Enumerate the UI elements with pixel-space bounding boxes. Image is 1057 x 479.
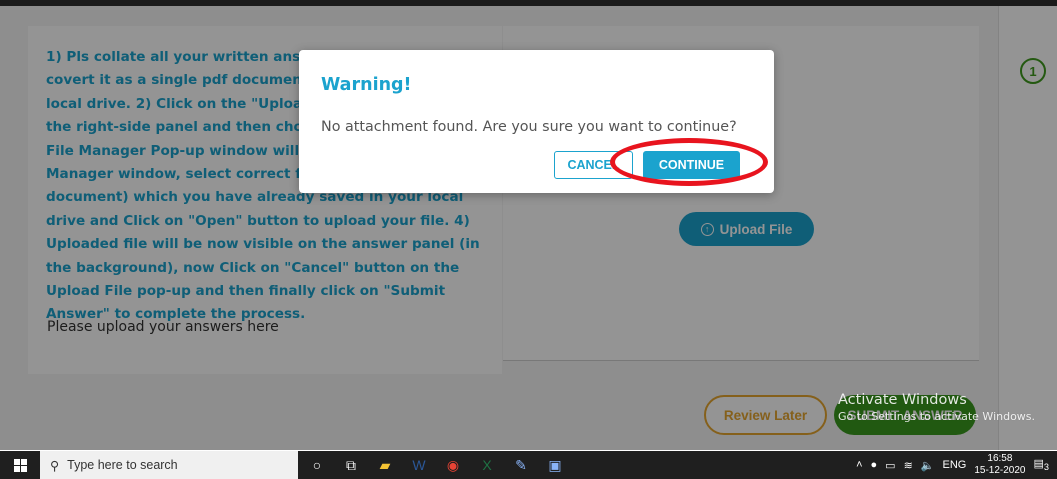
clock-date: 15-12-2020 — [974, 465, 1026, 476]
screen: 1) Pls collate all your written answers … — [0, 0, 1057, 479]
watermark-title: Activate Windows — [838, 392, 967, 408]
windows-logo-icon — [13, 458, 27, 472]
watermark-subtitle: Go to Settings to activate Windows. — [838, 410, 1036, 423]
notification-icon[interactable]: ▤3 — [1034, 457, 1050, 472]
clock-time: 16:58 — [987, 453, 1013, 464]
chrome-icon[interactable]: ◉ — [438, 451, 468, 479]
volume-icon[interactable]: 🔈 — [921, 459, 935, 472]
windows-taskbar: ⚲ Type here to search ○ ⧉ ▰ W ◉ X ✎ ▣ ˄ … — [0, 451, 1057, 479]
dialog-title: Warning! — [321, 75, 412, 95]
battery-icon[interactable]: ▭ — [885, 459, 895, 472]
language-indicator[interactable]: ENG — [943, 459, 967, 471]
paint-icon[interactable]: ✎ — [506, 451, 536, 479]
app-icon[interactable]: ▣ — [540, 451, 570, 479]
search-placeholder: Type here to search — [67, 458, 178, 472]
microphone-icon[interactable]: ● — [871, 459, 878, 471]
excel-icon[interactable]: X — [472, 451, 502, 479]
start-button[interactable] — [0, 451, 40, 479]
word-icon[interactable]: W — [404, 451, 434, 479]
cortana-icon[interactable]: ○ — [302, 451, 332, 479]
file-explorer-icon[interactable]: ▰ — [370, 451, 400, 479]
chevron-up-icon[interactable]: ˄ — [856, 459, 862, 471]
notification-count: 3 — [1043, 462, 1049, 473]
clock[interactable]: 16:58 15-12-2020 — [974, 453, 1025, 477]
activate-windows-watermark: Activate Windows Go to Settings to activ… — [838, 392, 1035, 423]
search-icon: ⚲ — [50, 458, 60, 473]
taskbar-search-box[interactable]: ⚲ Type here to search — [40, 451, 298, 479]
task-view-icon[interactable]: ⧉ — [336, 451, 366, 479]
dialog-message: No attachment found. Are you sure you wa… — [321, 119, 737, 135]
system-tray: ˄ ● ▭ ≋ 🔈 ENG 16:58 15-12-2020 ▤3 — [856, 451, 1057, 479]
wifi-icon[interactable]: ≋ — [904, 459, 913, 472]
highlight-annotation-circle — [610, 138, 768, 186]
